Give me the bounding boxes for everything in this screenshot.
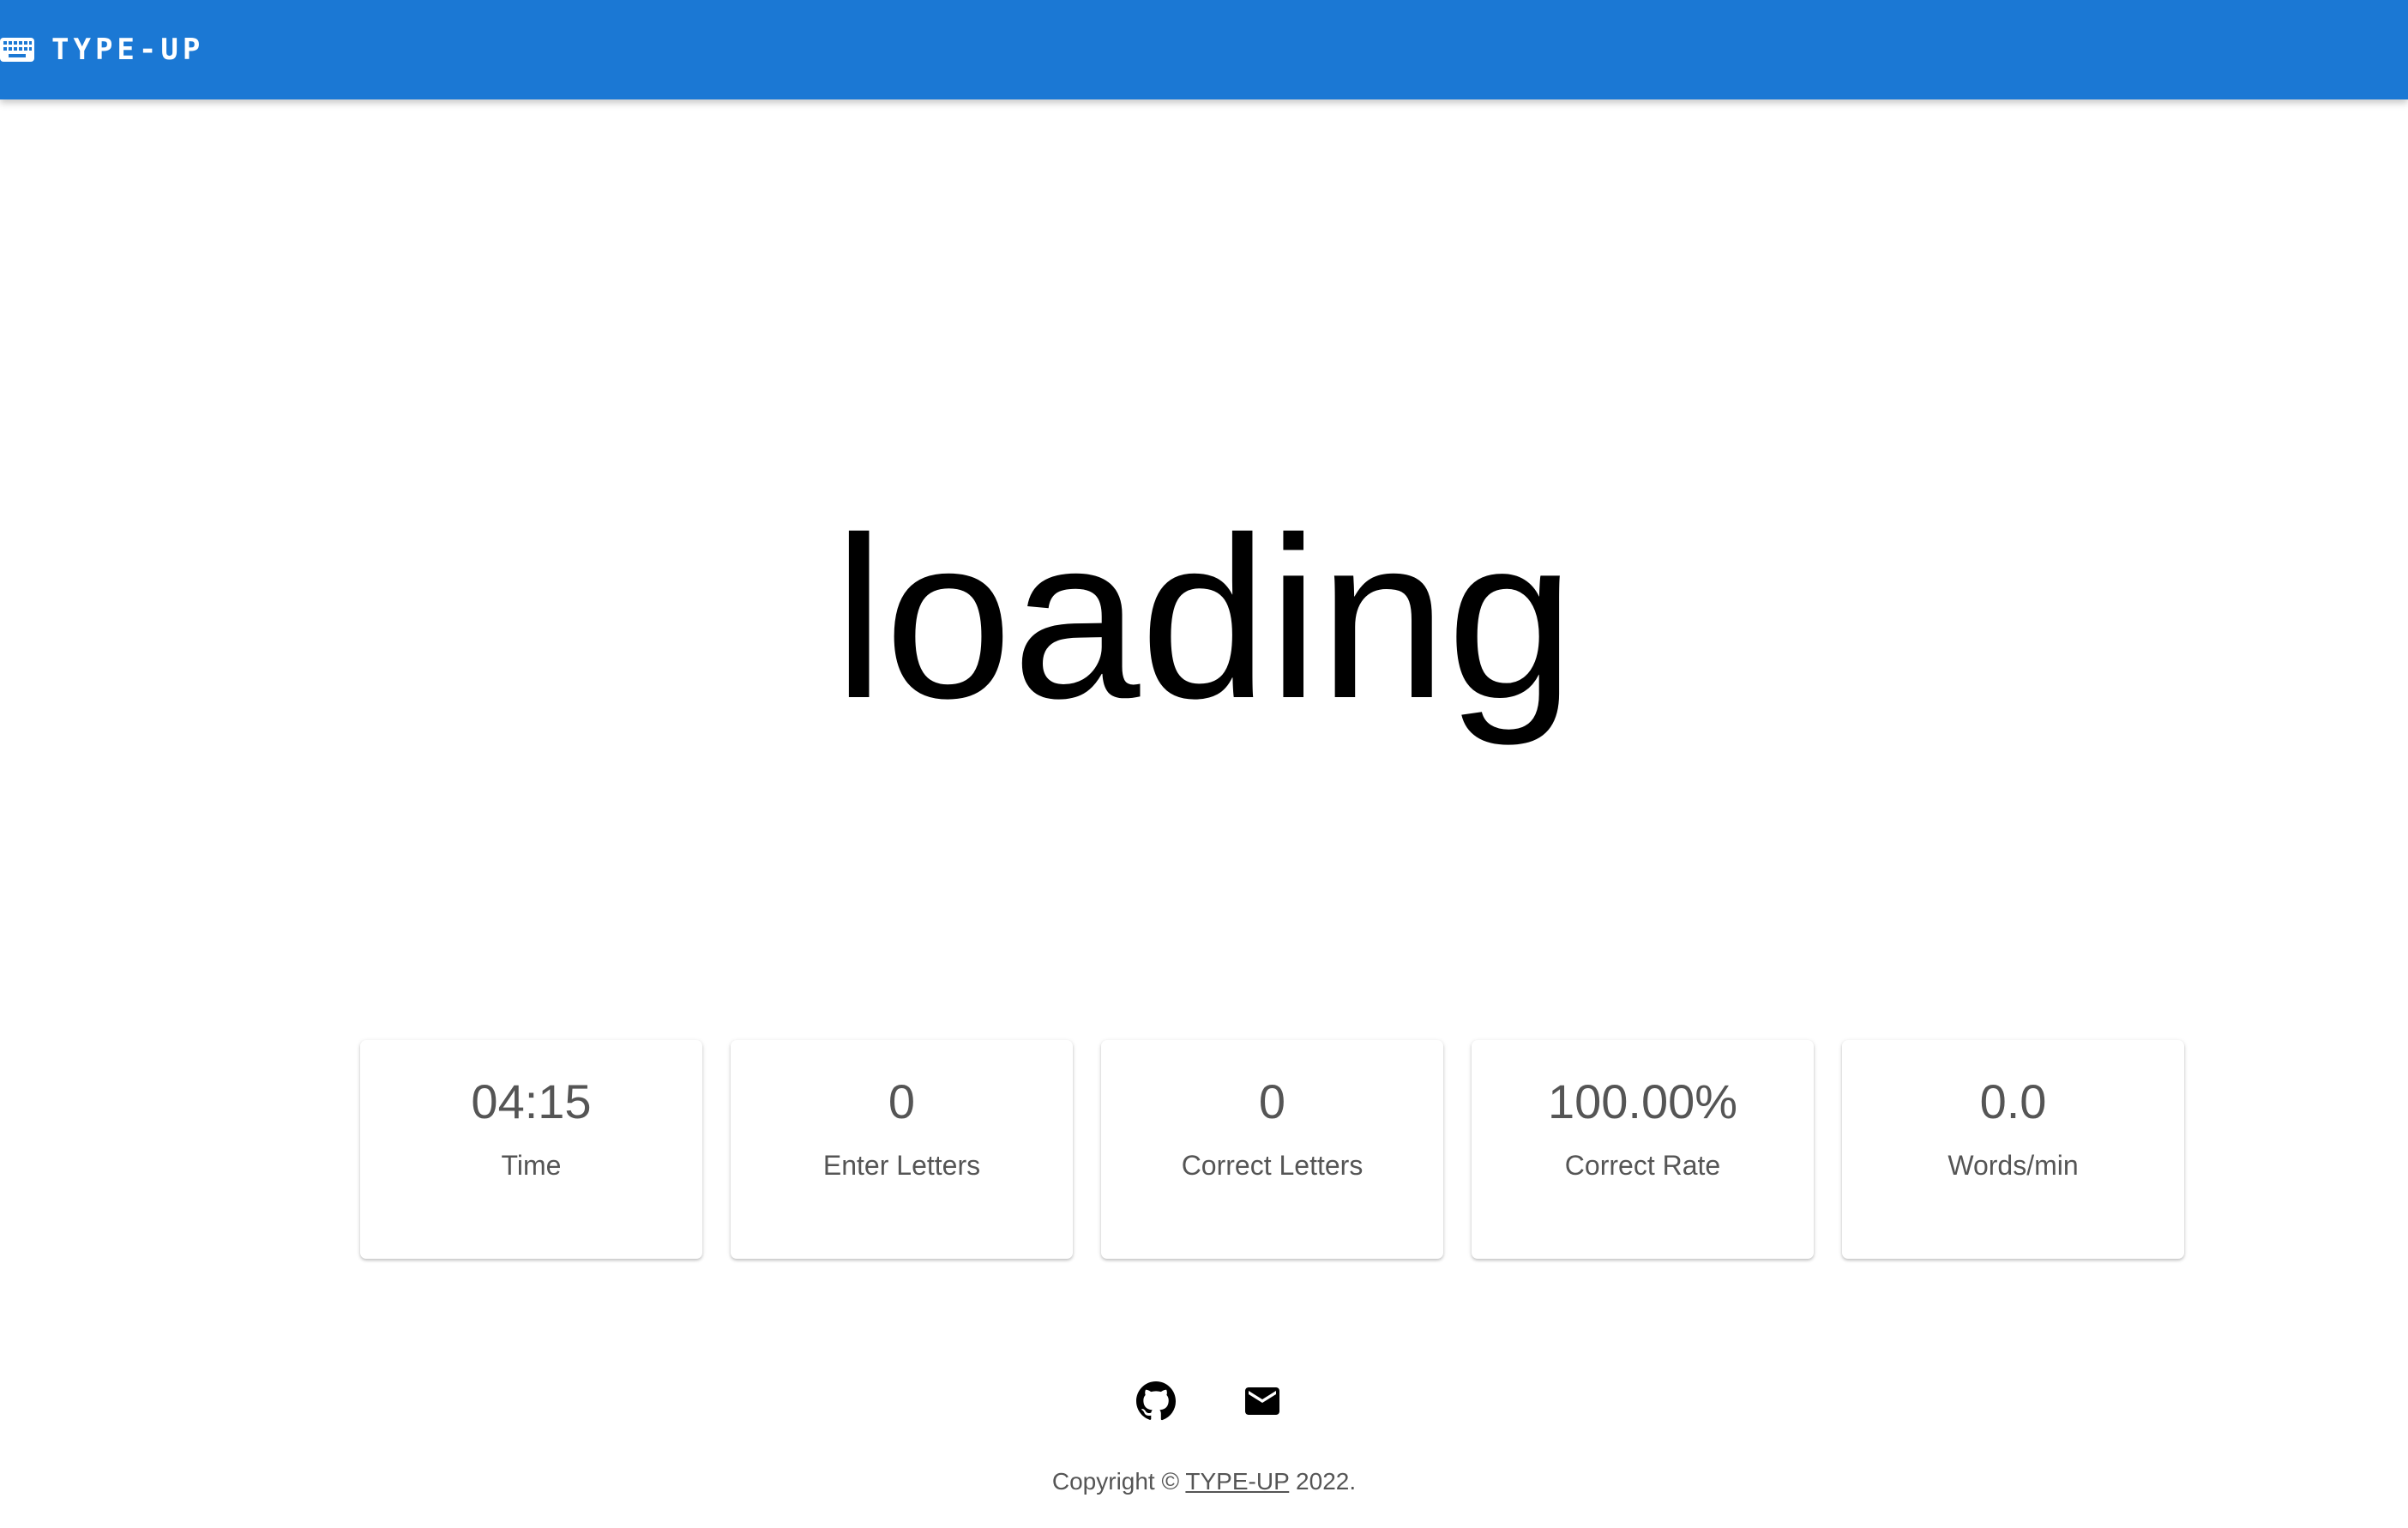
stat-value: 100.00% xyxy=(1547,1074,1738,1128)
stat-label: Time xyxy=(501,1150,562,1181)
stat-value: 0.0 xyxy=(1979,1074,2047,1128)
app-bar: TYPE-UP xyxy=(0,0,2408,99)
brand-link[interactable]: TYPE-UP xyxy=(0,0,204,99)
stat-card-words-per-min: 0.0 Words/min xyxy=(1842,1040,2184,1259)
page: TYPE-UP loading 04:15 Time 0 Enter Lette… xyxy=(0,0,2408,1528)
current-word: loading xyxy=(833,489,1575,746)
stat-label: Correct Letters xyxy=(1181,1150,1364,1181)
stat-card-enter-letters: 0 Enter Letters xyxy=(731,1040,1073,1259)
copyright: Copyright © TYPE-UP 2022. xyxy=(0,1466,2408,1497)
stat-label: Correct Rate xyxy=(1564,1150,1721,1181)
stat-value: 04:15 xyxy=(471,1074,592,1128)
keyboard-icon xyxy=(0,38,34,62)
footer-links xyxy=(0,1381,2408,1422)
mail-icon[interactable] xyxy=(1242,1381,1283,1422)
stat-card-correct-rate: 100.00% Correct Rate xyxy=(1472,1040,1814,1259)
copyright-link[interactable]: TYPE-UP xyxy=(1185,1468,1289,1495)
stat-value: 0 xyxy=(1258,1074,1286,1128)
stat-card-time: 04:15 Time xyxy=(360,1040,702,1259)
copyright-prefix: Copyright © xyxy=(1051,1468,1186,1495)
stat-label: Words/min xyxy=(1947,1150,2079,1181)
stats-row: 04:15 Time 0 Enter Letters 0 Correct Let… xyxy=(360,1040,2184,1259)
github-icon[interactable] xyxy=(1135,1381,1177,1422)
stat-label: Enter Letters xyxy=(822,1150,981,1181)
app-title: TYPE-UP xyxy=(51,33,205,67)
copyright-suffix: 2022. xyxy=(1289,1468,1357,1495)
stat-card-correct-letters: 0 Correct Letters xyxy=(1101,1040,1443,1259)
stat-value: 0 xyxy=(888,1074,916,1128)
